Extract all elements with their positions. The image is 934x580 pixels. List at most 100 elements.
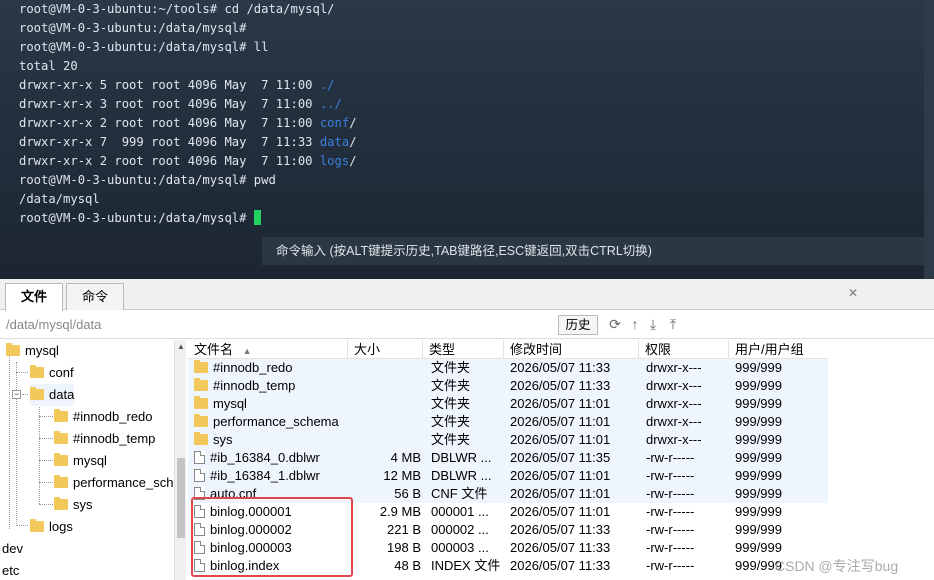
file-size: 4 MB	[390, 450, 421, 465]
file-perm-cell: drwxr-x---	[646, 413, 728, 431]
tree-scrollbar[interactable]: ▲	[174, 340, 186, 580]
file-size-cell	[348, 359, 421, 377]
file-type: 000002 ...	[431, 522, 489, 537]
file-row[interactable]: sys 文件夹 2026/05/07 11:01 drwxr-x--- 999/999	[188, 431, 828, 449]
tree-item[interactable]: dev	[2, 538, 23, 560]
folder-icon	[194, 432, 208, 445]
up-directory-icon[interactable]: ↑	[627, 316, 643, 332]
file-owner-cell: 999/999	[735, 485, 827, 503]
file-row[interactable]: performance_schema 文件夹 2026/05/07 11:01 drw…	[188, 413, 828, 431]
file-modified-cell: 2026/05/07 11:01	[510, 413, 638, 431]
tree-item[interactable]: #innodb_temp	[54, 428, 155, 450]
column-header-type[interactable]: 类型	[423, 340, 504, 359]
file-name: sys	[213, 432, 233, 447]
file-size-cell	[348, 395, 421, 413]
tree-item[interactable]: conf	[30, 362, 74, 384]
terminal-text: root@VM-0-3-ubuntu:/data/mysql#	[19, 21, 247, 35]
file-type: DBLWR ...	[431, 450, 492, 465]
tree-item[interactable]: mysql	[6, 340, 59, 362]
folder-icon	[30, 365, 44, 378]
file-owner-cell: 999/999	[735, 449, 827, 467]
tree-item-label: performance_sch	[73, 475, 174, 490]
scroll-up-icon[interactable]: ▲	[177, 342, 185, 351]
directory-tree: − mysql conf data #innodb_redo #innodb_temp m…	[0, 340, 185, 580]
tree-item[interactable]: #innodb_redo	[54, 406, 153, 428]
upload-icon[interactable]: ⤒	[665, 316, 681, 332]
file-icon	[194, 451, 205, 464]
collapse-toggle[interactable]: −	[12, 390, 21, 399]
column-header-owner[interactable]: 用户/用户组	[729, 340, 829, 359]
file-type: INDEX 文件	[431, 558, 501, 573]
file-owner-cell: 999/999	[735, 359, 827, 377]
terminal-panel[interactable]: root@VM-0-3-ubuntu:~/tools# cd /data/mys…	[0, 0, 934, 279]
terminal-text: /	[349, 135, 357, 149]
file-owner: 999/999	[735, 522, 782, 537]
folder-icon	[54, 475, 68, 488]
file-size-cell: 4 MB	[348, 449, 421, 467]
terminal-line: root@VM-0-3-ubuntu:/data/mysql#	[19, 209, 357, 228]
terminal-text: drwxr-xr-x 2 root root 4096 May 7 11:00	[19, 154, 320, 168]
file-modified: 2026/05/07 11:01	[510, 486, 611, 501]
history-button[interactable]: 历史	[558, 315, 598, 335]
path-input[interactable]: /data/mysql/data	[6, 315, 554, 335]
file-perm-cell: -rw-r-----	[646, 467, 728, 485]
folder-icon	[194, 378, 208, 391]
file-modified: 2026/05/07 11:33	[510, 522, 611, 537]
tree-item-label: mysql	[73, 453, 107, 468]
file-row[interactable]: #ib_16384_0.dblwr 4 MB DBLWR ... 2026/05/07…	[188, 449, 828, 467]
file-modified-cell: 2026/05/07 11:33	[510, 557, 638, 575]
file-type-cell: 000001 ...	[431, 503, 503, 521]
column-header-modified[interactable]: 修改时间	[504, 340, 639, 359]
file-name: #ib_16384_0.dblwr	[210, 450, 320, 465]
tree-item-label: data	[49, 387, 75, 402]
terminal-line: root@VM-0-3-ubuntu:~/tools# cd /data/mys…	[19, 0, 357, 19]
column-header-size[interactable]: 大小	[348, 340, 423, 359]
column-header-name[interactable]: 文件名 ▲	[188, 340, 348, 359]
tab-files[interactable]: 文件	[5, 283, 63, 311]
scrollbar-thumb[interactable]	[177, 458, 185, 538]
tree-item[interactable]: sys	[54, 494, 93, 516]
tree-item[interactable]: etc	[2, 560, 19, 580]
terminal-line: drwxr-xr-x 2 root root 4096 May 7 11:00 …	[19, 114, 357, 133]
tree-item-label: logs	[49, 519, 73, 534]
file-modified: 2026/05/07 11:01	[510, 468, 611, 483]
file-type-cell: 文件夹	[431, 413, 503, 431]
download-icon[interactable]: ⤓	[645, 316, 661, 332]
close-icon[interactable]: ✕	[848, 286, 858, 300]
tree-item[interactable]: mysql	[54, 450, 107, 472]
file-name-cell: sys	[194, 431, 346, 449]
file-size-cell: 12 MB	[348, 467, 421, 485]
file-modified-cell: 2026/05/07 11:01	[510, 467, 638, 485]
folder-icon	[194, 414, 208, 427]
file-row[interactable]: #innodb_temp 文件夹 2026/05/07 11:33 drwxr-x--…	[188, 377, 828, 395]
terminal-text: root@VM-0-3-ubuntu:/data/mysql# ll	[19, 40, 269, 54]
file-row[interactable]: mysql 文件夹 2026/05/07 11:01 drwxr-x--- 999/99…	[188, 395, 828, 413]
file-perm: drwxr-x---	[646, 414, 702, 429]
terminal-cursor	[253, 210, 261, 225]
folder-icon	[54, 431, 68, 444]
column-header-permissions[interactable]: 权限	[639, 340, 729, 359]
tree-item[interactable]: logs	[30, 516, 73, 538]
file-modified-cell: 2026/05/07 11:33	[510, 521, 638, 539]
file-perm: drwxr-x---	[646, 432, 702, 447]
terminal-text: drwxr-xr-x 3 root root 4096 May 7 11:00	[19, 97, 320, 111]
file-type-cell: DBLWR ...	[431, 449, 503, 467]
tree-item[interactable]: performance_sch	[54, 472, 173, 494]
command-hint[interactable]: 命令输入 (按ALT键提示历史,TAB键路径,ESC键返回,双击CTRL切换)	[262, 237, 934, 265]
refresh-icon[interactable]: ⟳	[607, 316, 623, 332]
terminal-scrollbar[interactable]	[924, 0, 934, 279]
file-type-cell: INDEX 文件	[431, 557, 503, 575]
file-row[interactable]: #innodb_redo 文件夹 2026/05/07 11:33 drwxr-x--…	[188, 359, 828, 377]
file-owner: 999/999	[735, 450, 782, 465]
file-size-cell: 221 B	[348, 521, 421, 539]
file-size: 56 B	[394, 486, 421, 501]
file-row[interactable]: #ib_16384_1.dblwr 12 MB DBLWR ... 2026/05/0…	[188, 467, 828, 485]
file-type-cell: CNF 文件	[431, 485, 503, 503]
file-perm: drwxr-x---	[646, 378, 702, 393]
file-icon	[194, 469, 205, 482]
sort-ascending-icon: ▲	[242, 346, 252, 356]
tree-item[interactable]: data	[30, 384, 75, 406]
tab-command[interactable]: 命令	[66, 283, 124, 310]
file-name: #ib_16384_1.dblwr	[210, 468, 320, 483]
file-size: 221 B	[387, 522, 421, 537]
